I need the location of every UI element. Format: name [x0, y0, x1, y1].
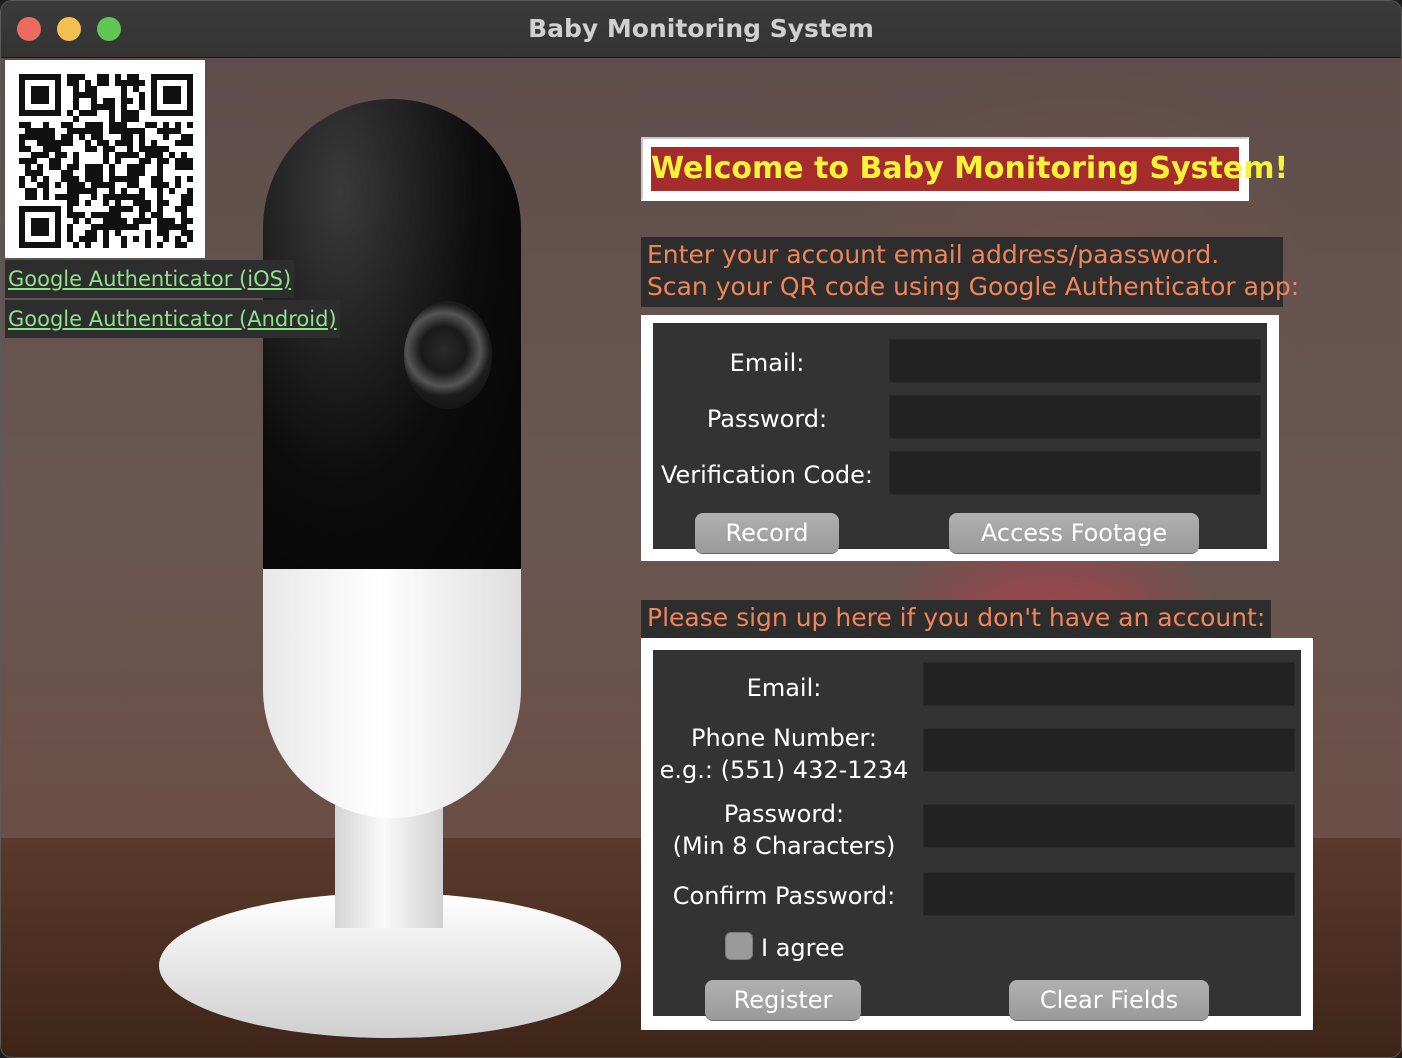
- camera-lens-image: [404, 301, 492, 409]
- signup-password-input[interactable]: [923, 804, 1295, 848]
- google-authenticator-android-link[interactable]: Google Authenticator (Android): [5, 300, 340, 338]
- signup-panel-body: Email: Phone Number: e.g.: (551) 432-123…: [653, 650, 1301, 1020]
- qr-code-icon: [19, 74, 193, 248]
- login-instructions-line2: Scan your QR code using Google Authentic…: [647, 272, 1300, 301]
- login-email-label: Email:: [729, 349, 805, 377]
- camera-body-image: [263, 548, 521, 818]
- verification-code-label: Verification Code:: [660, 461, 873, 489]
- phone-number-label: Phone Number:: [690, 724, 878, 752]
- login-instructions-line1: Enter your account email address/paasswo…: [647, 240, 1220, 269]
- signup-instructions: Please sign up here if you don't have an…: [641, 600, 1272, 640]
- phone-number-example: e.g.: (551) 432-1234: [659, 756, 909, 784]
- login-password-label: Password:: [706, 405, 828, 433]
- main-content: Google Authenticator (iOS) Google Authen…: [1, 58, 1401, 1057]
- agree-label: I agree: [761, 934, 845, 962]
- signup-panel: Email: Phone Number: e.g.: (551) 432-123…: [641, 638, 1313, 1030]
- welcome-banner-frame: Welcome to Baby Monitoring System!: [641, 137, 1288, 201]
- welcome-banner: Welcome to Baby Monitoring System!: [651, 147, 1288, 191]
- record-button[interactable]: Record: [695, 513, 839, 553]
- confirm-password-label: Confirm Password:: [672, 882, 896, 910]
- google-authenticator-ios-link[interactable]: Google Authenticator (iOS): [5, 260, 295, 298]
- signup-email-input[interactable]: [923, 662, 1295, 706]
- phone-number-input[interactable]: [923, 728, 1295, 772]
- login-panel-body: Email: Password: Verification Code: Reco…: [653, 323, 1267, 553]
- qr-code-image: [5, 60, 205, 258]
- login-email-input[interactable]: [889, 339, 1261, 383]
- register-button[interactable]: Register: [705, 980, 861, 1020]
- window-title: Baby Monitoring System: [528, 14, 874, 43]
- agree-checkbox[interactable]: [725, 932, 753, 960]
- login-password-input[interactable]: [889, 395, 1261, 439]
- signup-email-label: Email:: [746, 674, 822, 702]
- signup-password-hint: (Min 8 Characters): [672, 832, 896, 860]
- confirm-password-input[interactable]: [923, 872, 1295, 916]
- clear-fields-button[interactable]: Clear Fields: [1009, 980, 1209, 1020]
- login-panel: Email: Password: Verification Code: Reco…: [641, 315, 1279, 561]
- access-footage-button[interactable]: Access Footage: [949, 513, 1199, 553]
- login-instructions: Enter your account email address/paasswo…: [641, 237, 1300, 307]
- signup-password-label: Password:: [723, 800, 845, 828]
- app-window: Baby Monitoring System Google Authentica…: [0, 0, 1402, 1058]
- verification-code-input[interactable]: [889, 451, 1261, 495]
- title-bar: Baby Monitoring System: [1, 1, 1401, 58]
